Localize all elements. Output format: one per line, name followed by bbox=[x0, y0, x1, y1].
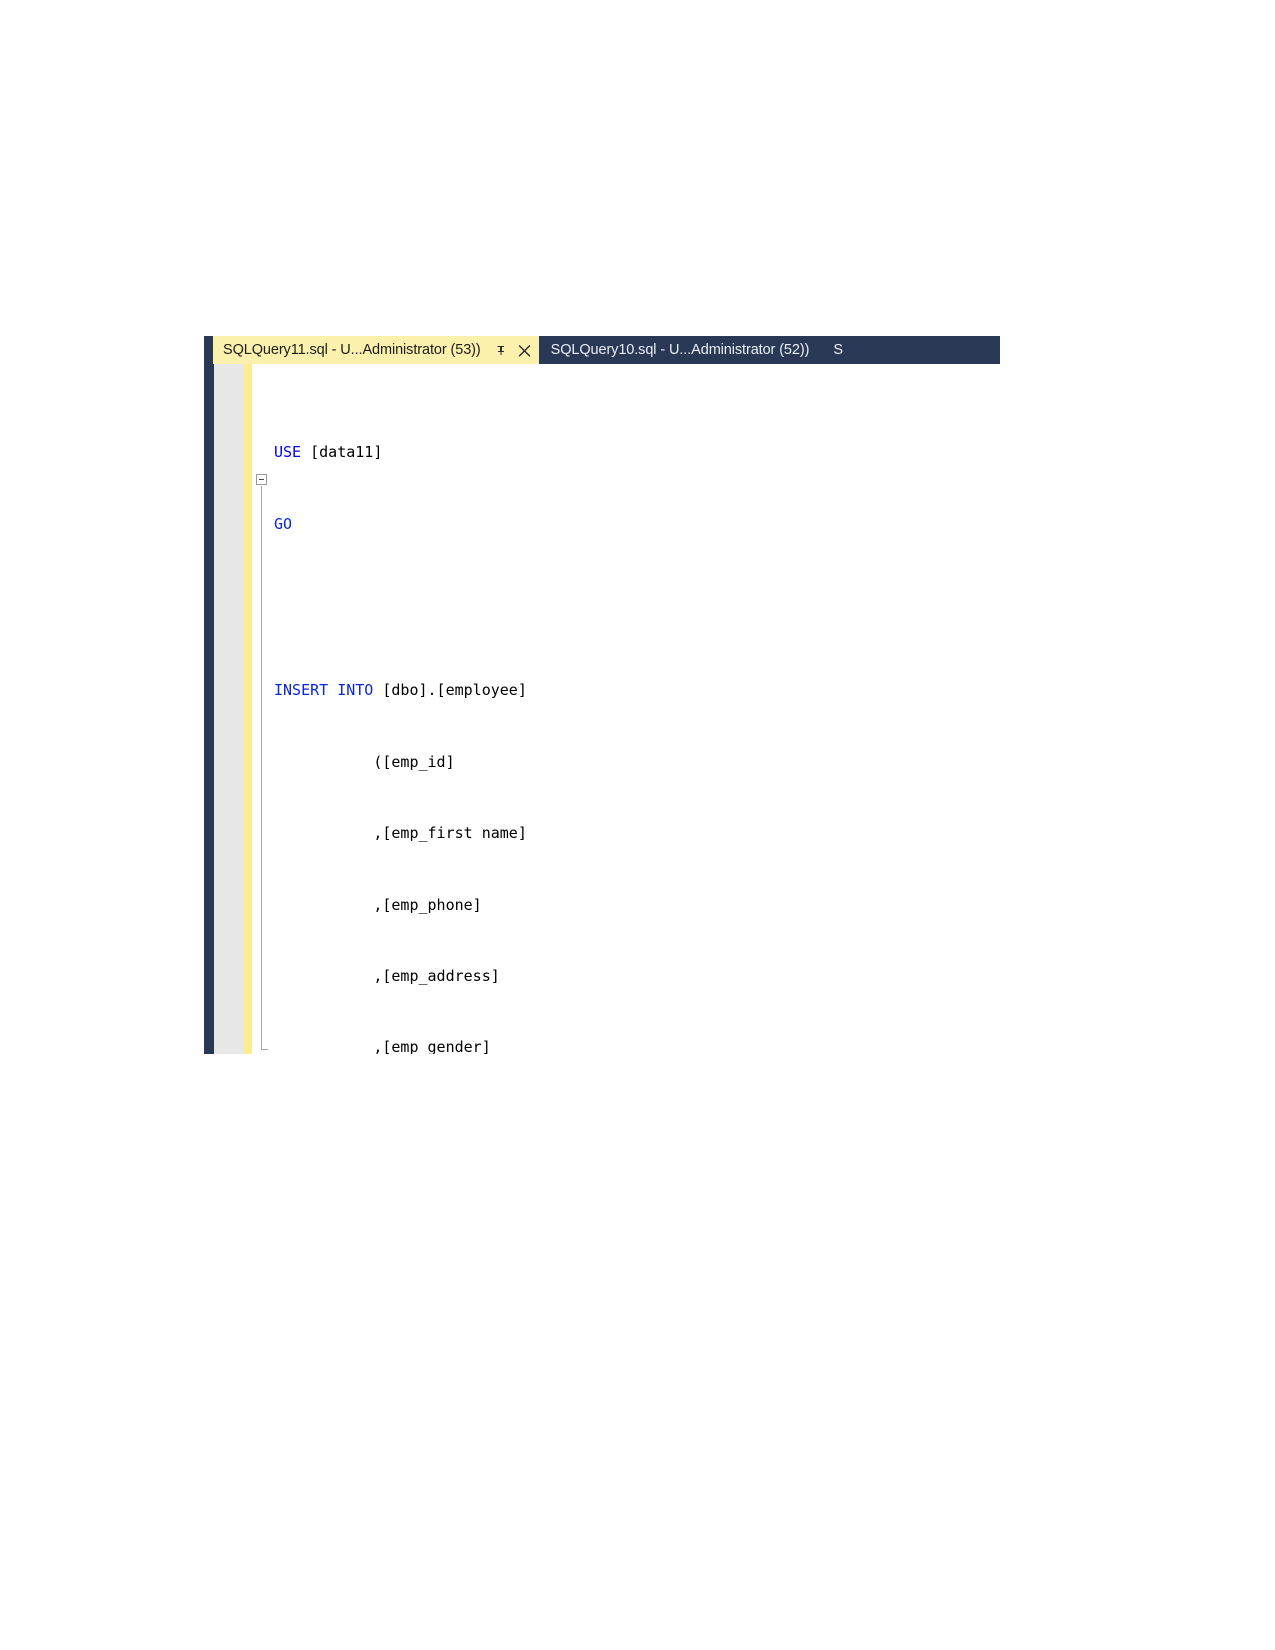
code-line: USE [data11] bbox=[274, 443, 383, 462]
sql-code-text-area[interactable]: USE [data11] GO INSERT INTO [dbo].[emplo… bbox=[274, 364, 1000, 1054]
tab-sqlquery11[interactable]: SQLQuery11.sql - U...Administrator (53)) bbox=[213, 336, 539, 364]
unsaved-change-bar bbox=[244, 364, 252, 1054]
outlining-bracket-line bbox=[261, 486, 262, 1050]
code-line: INSERT INTO [dbo].[employee] bbox=[274, 681, 527, 700]
code-line: ,[emp_gender] bbox=[274, 1038, 491, 1054]
outlining-gutter[interactable] bbox=[252, 364, 274, 1054]
code-line: ,[emp_phone] bbox=[274, 895, 482, 914]
minus-box-icon[interactable] bbox=[256, 474, 267, 485]
code-line: GO bbox=[274, 514, 293, 533]
close-icon[interactable] bbox=[518, 344, 531, 357]
outlining-bracket-foot bbox=[261, 1049, 268, 1050]
pin-icon[interactable] bbox=[495, 344, 507, 356]
ssms-query-editor-window: SQLQuery11.sql - U...Administrator (53)) bbox=[204, 336, 1000, 1054]
tab-label: SQLQuery10.sql - U...Administrator (52)) bbox=[550, 342, 810, 358]
window-left-rail bbox=[204, 364, 214, 1054]
code-line: ,[emp_first name] bbox=[274, 824, 527, 843]
tab-label: S bbox=[833, 342, 843, 358]
tab-sqlquery10[interactable]: SQLQuery10.sql - U...Administrator (52)) bbox=[538, 336, 822, 364]
tab-sqlquery-next[interactable]: S bbox=[821, 336, 855, 364]
screenshot-canvas: SQLQuery11.sql - U...Administrator (53)) bbox=[0, 0, 1275, 1650]
tab-action-icons bbox=[495, 344, 531, 357]
code-line: ,[emp_address] bbox=[274, 966, 500, 985]
indicator-margin[interactable] bbox=[214, 364, 244, 1054]
editor-tab-strip: SQLQuery11.sql - U...Administrator (53)) bbox=[204, 336, 1000, 364]
code-line: ([emp_id] bbox=[274, 752, 455, 771]
tab-label: SQLQuery11.sql - U...Administrator (53)) bbox=[223, 342, 481, 358]
editor-body: USE [data11] GO INSERT INTO [dbo].[emplo… bbox=[204, 364, 1000, 1054]
